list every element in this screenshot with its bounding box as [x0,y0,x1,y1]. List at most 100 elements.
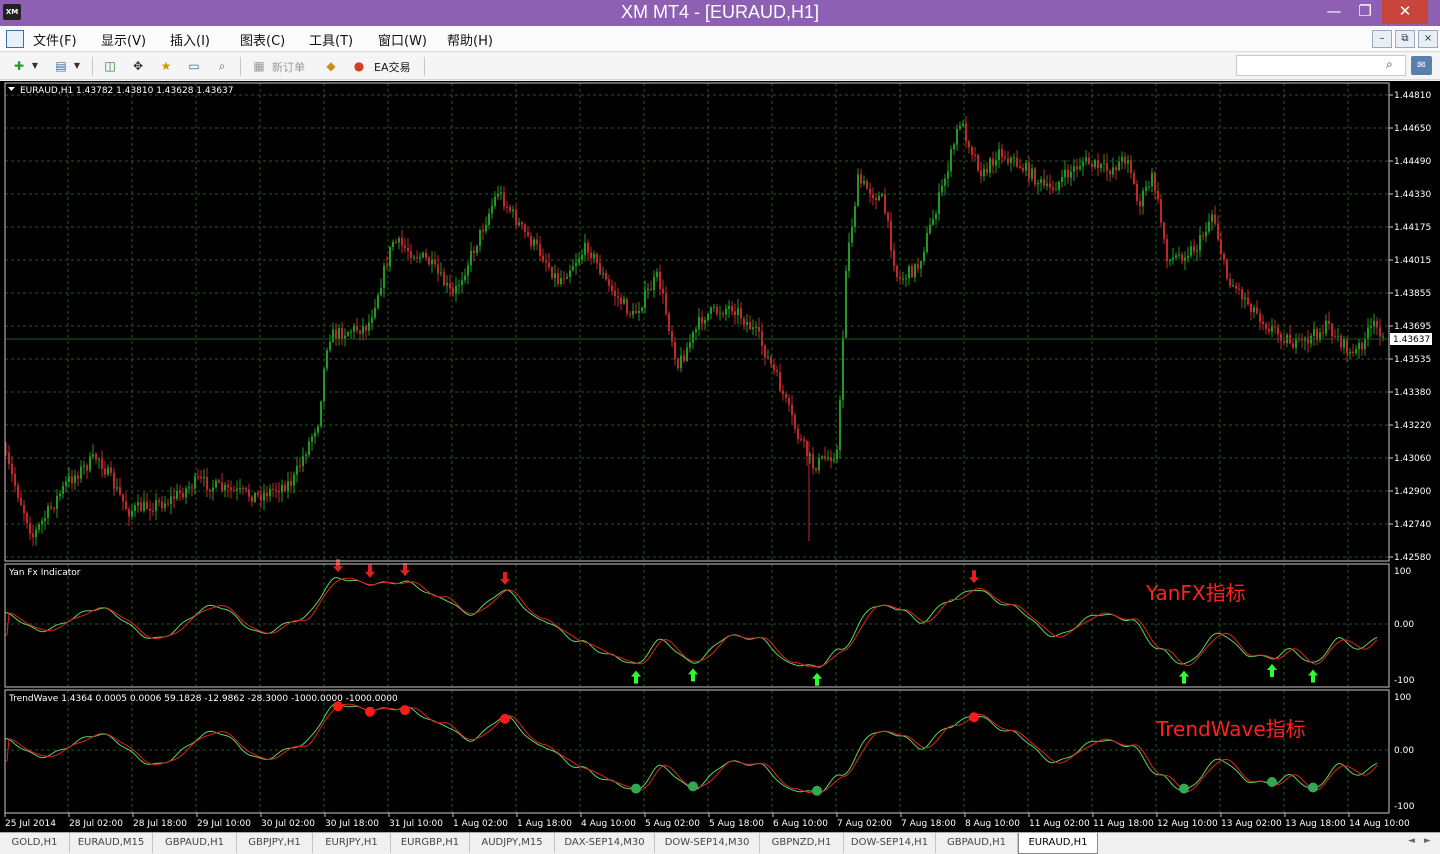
candle-body [854,206,856,227]
chart-tab[interactable]: AUDJPY,M15 [470,833,555,853]
candle-body [335,329,337,339]
buy-arrow-icon [631,670,641,684]
sell-arrow-icon [400,563,410,577]
search-icon[interactable]: ⌕ [1386,57,1393,72]
chart-area[interactable]: 1.44810 1.44650 1.44490 1.44330 1.44175 1.440… [0,81,1440,832]
mdi-restore-button[interactable]: ⧉ [1395,30,1415,48]
chart-tab[interactable]: GOLD,H1 [0,833,70,853]
candle-body [896,265,898,278]
chat-icon[interactable]: ✉ [1411,56,1432,75]
chevron-down-icon[interactable]: ▼ [30,57,40,75]
new-order-icon[interactable]: ▦ [250,57,268,75]
chart-tab[interactable]: GBPNZD,H1 [760,833,844,853]
candle-body [950,149,952,172]
chart-tab[interactable]: EURGBP,H1 [391,833,470,853]
chart-tab[interactable]: DOW-SEP14,H1 [844,833,936,853]
expert-advisor-icon[interactable]: ● [350,57,368,75]
candle-body [251,496,253,502]
time-axis-label: 28 Jul 18:00 [133,819,187,829]
candle-body [233,490,235,492]
menu-insert[interactable]: 插入(I) [170,30,210,49]
terminal-icon[interactable]: ▭ [185,57,203,75]
time-axis-label: 12 Aug 10:00 [1157,819,1218,829]
candle-body [986,168,988,173]
menu-file[interactable]: 文件(F) [33,30,77,49]
candle-body [287,480,289,492]
candle-body [776,370,778,372]
time-axis-label: 14 Aug 10:00 [1349,819,1410,829]
candle-body [1115,167,1117,170]
price-axis-label: 1.43535 [1394,355,1431,365]
chart-tab[interactable]: DAX-SEP14,M30 [555,833,655,853]
strategy-tester-icon[interactable]: ⌕ [213,57,231,75]
menu-charts[interactable]: 图表(C) [240,30,285,49]
candle-body [1265,324,1267,329]
candle-body [1097,160,1099,168]
candle-body [110,467,112,473]
time-axis-label: 5 Aug 18:00 [709,819,764,829]
data-window-icon[interactable]: ✥ [129,57,147,75]
menu-view[interactable]: 显示(V) [101,30,146,49]
candle-body [500,192,502,194]
candle-body [683,355,685,361]
candle-body [686,347,688,361]
navigator-icon[interactable]: ★ [157,57,175,75]
candle-body [614,290,616,297]
chart-tab[interactable]: DOW-SEP14,M30 [655,833,760,853]
candle-body [1004,156,1006,159]
chart-tab[interactable]: GBPAUD,H1 [936,833,1018,853]
candle-body [506,206,508,208]
candle-body [209,489,211,492]
chart-tab[interactable]: GBPJPY,H1 [237,833,313,853]
chart-tab[interactable]: EURAUD,M15 [70,833,153,853]
market-watch-icon[interactable]: ◫ [101,57,119,75]
candle-body [1247,297,1249,304]
price-axis-label: 1.44330 [1394,190,1431,200]
candle-body [1133,173,1135,184]
chevron-down-icon[interactable]: ▼ [72,57,82,75]
chart-tab[interactable]: EURAUD,H1 [1018,833,1098,854]
buy-dot-icon [631,783,641,794]
minimize-button[interactable]: — [1319,0,1349,24]
candle-body [206,477,208,490]
time-axis-label: 6 Aug 10:00 [773,819,828,829]
candle-body [362,325,364,334]
candle-body [551,267,553,278]
chart-svg[interactable]: 1.44810 1.44650 1.44490 1.44330 1.44175 1.440… [0,81,1440,832]
tab-scroll-right-icon[interactable]: ► [1424,836,1431,846]
candle-body [743,318,745,325]
metaeditor-icon[interactable]: ◆ [322,57,340,75]
menu-bar: 文件(F) 显示(V) 插入(I) 图表(C) 工具(T) 窗口(W) 帮助(H… [0,26,1440,52]
candle-body [905,278,907,280]
menu-tools[interactable]: 工具(T) [309,30,353,49]
chart-tab[interactable]: GBPAUD,H1 [153,833,237,853]
candle-body [515,209,517,226]
chart-document-icon[interactable] [6,30,24,48]
candle-body [41,520,43,525]
profiles-icon[interactable]: ▤ [52,57,70,75]
candle-body [149,508,151,511]
mdi-close-button[interactable]: × [1418,30,1438,48]
new-chart-icon[interactable]: ✚ [10,57,28,75]
new-order-label[interactable]: 新订单 [272,59,305,75]
menu-window[interactable]: 窗口(W) [378,30,427,49]
candle-body [482,229,484,232]
candle-body [617,296,619,298]
ea-trading-label[interactable]: EA交易 [374,59,410,75]
candle-body [995,160,997,166]
candle-body [881,194,883,197]
tab-scroll-left-icon[interactable]: ◄ [1408,836,1415,846]
candle-body [1187,255,1189,258]
candle-body [872,194,874,199]
maximize-button[interactable]: ❐ [1350,0,1380,24]
chart-tab[interactable]: EURJPY,H1 [313,833,391,853]
candle-body [569,270,571,277]
menu-help[interactable]: 帮助(H) [447,30,493,49]
search-input[interactable] [1236,55,1406,76]
candle-body [440,272,442,274]
close-button[interactable]: ✕ [1382,0,1428,24]
mdi-minimize-button[interactable]: – [1372,30,1392,48]
candle-body [419,257,421,259]
candle-body [1253,307,1255,313]
candle-body [1295,338,1297,348]
